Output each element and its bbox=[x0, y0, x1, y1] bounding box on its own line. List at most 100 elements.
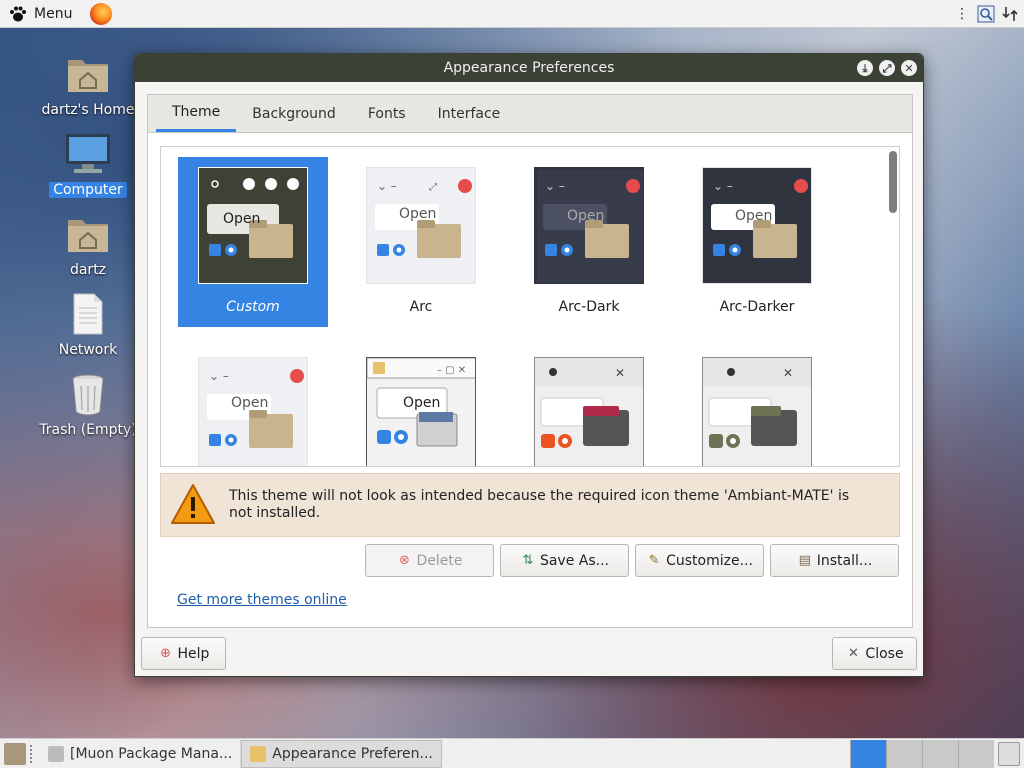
desktop-icon-computer[interactable]: Computer bbox=[38, 130, 138, 198]
network-icon[interactable] bbox=[1000, 3, 1020, 25]
top-panel: Menu ⋮ bbox=[0, 0, 1024, 28]
folder-icon: ▤ bbox=[798, 553, 811, 568]
svg-text:⌄ –: ⌄ – bbox=[545, 179, 565, 193]
theme-name: Arc-Dark bbox=[558, 299, 620, 315]
save-as-button[interactable]: ⇅ Save As... bbox=[500, 544, 629, 577]
desktop-icon-trash[interactable]: Trash (Empty) bbox=[38, 370, 138, 438]
theme-item[interactable]: ✕ bbox=[514, 347, 664, 466]
theme-list[interactable]: Custom ⌄ – ⤢ Arc ⌄ – Arc-Dark ⌄ – Arc-Da… bbox=[160, 146, 900, 467]
theme-preview: – ▢ ✕ bbox=[366, 357, 476, 466]
svg-text:⌄ –: ⌄ – bbox=[713, 179, 733, 193]
desktop-icon-label: Computer bbox=[49, 182, 127, 198]
task-label: [Muon Package Mana... bbox=[70, 745, 233, 762]
close-icon[interactable]: ✕ bbox=[901, 60, 917, 76]
get-more-themes-link[interactable]: Get more themes online bbox=[177, 592, 347, 608]
preferences-notebook: Theme Background Fonts Interface Custom … bbox=[147, 94, 913, 628]
scrollbar-thumb[interactable] bbox=[889, 151, 897, 213]
theme-list-scrollbar[interactable] bbox=[889, 151, 897, 463]
paw-icon bbox=[10, 6, 26, 21]
thumb-open-label: Open bbox=[735, 208, 773, 224]
button-label: Install... bbox=[816, 552, 873, 569]
theme-preview: ✕ bbox=[534, 357, 644, 466]
delete-icon: ⊗ bbox=[399, 553, 410, 568]
desktop-icon-network[interactable]: Network bbox=[38, 290, 138, 358]
desktop-icon-label: Trash (Empty) bbox=[39, 422, 137, 438]
svg-text:⤢: ⤢ bbox=[429, 182, 437, 193]
workspace-2[interactable] bbox=[886, 739, 922, 768]
svg-text:⌄ –: ⌄ – bbox=[377, 179, 397, 193]
tab-fonts[interactable]: Fonts bbox=[352, 95, 422, 132]
thumb-open-label: Open bbox=[399, 206, 437, 222]
tab-interface[interactable]: Interface bbox=[422, 95, 517, 132]
theme-item[interactable]: ✕ bbox=[682, 347, 832, 466]
button-label: Help bbox=[177, 645, 210, 662]
vertical-dots-icon[interactable]: ⋮ bbox=[952, 3, 972, 25]
help-icon: ⊕ bbox=[160, 646, 171, 661]
button-label: Delete bbox=[416, 552, 463, 569]
svg-text:⌄ –: ⌄ – bbox=[209, 369, 229, 383]
theme-item-arc[interactable]: ⌄ – ⤢ Arc bbox=[346, 157, 496, 327]
install-button[interactable]: ▤ Install... bbox=[770, 544, 899, 577]
tab-label: Fonts bbox=[367, 105, 406, 122]
task-label: Appearance Preferen... bbox=[272, 745, 433, 762]
warning-text: This theme will not look as intended bec… bbox=[229, 488, 850, 521]
computer-icon bbox=[66, 134, 110, 173]
system-tray: ⋮ bbox=[952, 3, 1020, 25]
trash-icon[interactable] bbox=[998, 741, 1020, 766]
customize-button[interactable]: ✎ Customize... bbox=[635, 544, 764, 577]
thumb-open-label: Open bbox=[223, 211, 261, 227]
help-button[interactable]: ⊕ Help bbox=[141, 637, 226, 670]
search-tool-icon[interactable] bbox=[976, 3, 996, 25]
minimize-icon[interactable]: ⤓ bbox=[857, 60, 873, 76]
svg-text:✕: ✕ bbox=[615, 366, 625, 380]
desktop-icon-label: Network bbox=[58, 342, 118, 358]
theme-name: Arc bbox=[409, 299, 433, 315]
workspace-3[interactable] bbox=[922, 739, 958, 768]
task-button-appearance[interactable]: Appearance Preferen... bbox=[241, 739, 442, 768]
delete-button[interactable]: ⊗ Delete bbox=[365, 544, 494, 577]
task-button-muon[interactable]: [Muon Package Mana... bbox=[40, 739, 242, 768]
workspace-1[interactable] bbox=[850, 739, 886, 768]
tab-label: Theme bbox=[172, 104, 221, 120]
theme-name: Custom bbox=[226, 299, 280, 315]
thumb-open-label: Open bbox=[403, 395, 441, 411]
theme-preview: ⌄ – bbox=[702, 167, 812, 284]
theme-preview: ⌄ – ⤢ bbox=[366, 167, 476, 284]
menu-label: Menu bbox=[34, 5, 73, 22]
firefox-icon[interactable] bbox=[90, 2, 113, 25]
bottom-taskbar: [Muon Package Mana... Appearance Prefere… bbox=[0, 738, 1024, 768]
home-folder-icon bbox=[68, 60, 108, 92]
tab-theme[interactable]: Theme bbox=[156, 95, 237, 132]
window-titlebar[interactable]: Appearance Preferences ⤓ ⤢ ✕ bbox=[135, 54, 923, 82]
show-desktop-icon[interactable] bbox=[4, 742, 26, 765]
theme-item-arc-darker[interactable]: ⌄ – Arc-Darker bbox=[682, 157, 832, 327]
document-icon bbox=[73, 293, 103, 335]
main-menu-button[interactable]: Menu bbox=[0, 0, 80, 28]
close-icon: ✕ bbox=[847, 646, 859, 661]
desktop-icon-label: dartz's Home bbox=[41, 102, 135, 118]
theme-preview: ⌄ – bbox=[198, 357, 308, 466]
close-button[interactable]: ✕ Close bbox=[832, 637, 917, 670]
desktop-icon-label: dartz bbox=[69, 262, 107, 278]
theme-item-arc-dark[interactable]: ⌄ – Arc-Dark bbox=[514, 157, 664, 327]
desktop-icon-dartz[interactable]: dartz bbox=[38, 210, 138, 278]
theme-preview: ⌄ – bbox=[534, 167, 644, 284]
workspace-4[interactable] bbox=[958, 739, 994, 768]
taskbar-handle[interactable] bbox=[30, 744, 36, 763]
button-label: Customize... bbox=[666, 552, 753, 569]
appearance-icon bbox=[250, 745, 267, 762]
appearance-preferences-window: Appearance Preferences ⤓ ⤢ ✕ Theme Backg… bbox=[134, 53, 924, 677]
thumb-open-label: Open bbox=[231, 395, 269, 411]
theme-item-custom[interactable]: Custom bbox=[178, 157, 328, 327]
edit-icon: ✎ bbox=[648, 553, 660, 568]
tab-bar: Theme Background Fonts Interface bbox=[148, 95, 912, 133]
button-label: Close bbox=[865, 645, 904, 662]
desktop-icon-home[interactable]: dartz's Home bbox=[38, 50, 138, 118]
theme-name: Arc-Darker bbox=[719, 299, 795, 315]
tab-background[interactable]: Background bbox=[236, 95, 352, 132]
tab-label: Background bbox=[252, 105, 336, 122]
maximize-icon[interactable]: ⤢ bbox=[879, 60, 895, 76]
theme-actions: ⊗ Delete ⇅ Save As... ✎ Customize... ▤ I… bbox=[365, 544, 899, 577]
theme-preview: ✕ bbox=[702, 357, 812, 466]
trash-icon bbox=[72, 374, 104, 416]
